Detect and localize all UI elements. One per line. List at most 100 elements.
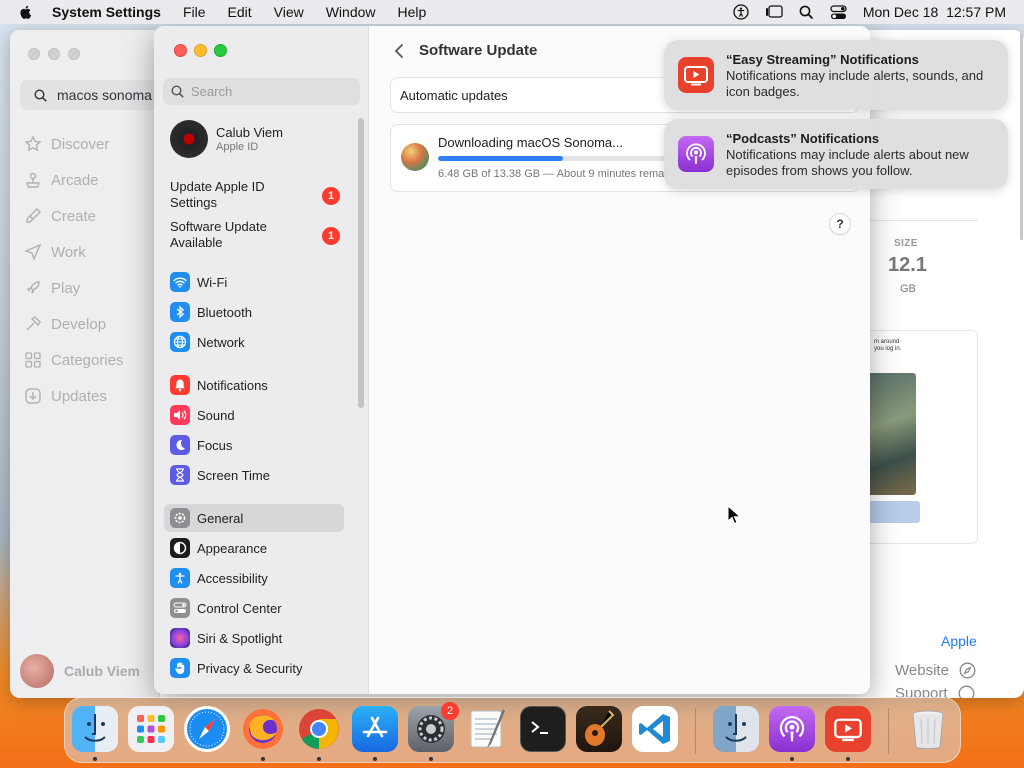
minimize-button[interactable] [194,44,207,57]
size-unit: GB [900,283,916,295]
sidebar-item-general[interactable]: General [164,504,344,532]
minimize-button-inactive[interactable] [48,48,60,60]
dock-podcasts[interactable] [769,706,815,752]
sidebar-item-label: Sound [197,407,235,423]
dock-garageband[interactable] [576,706,622,752]
sidebar-item-control-center[interactable]: Control Center [164,594,344,622]
sidebar-item-network[interactable]: Network [164,328,344,356]
sidebar-item-bluetooth[interactable]: Bluetooth [164,298,344,326]
menu-window[interactable]: Window [326,4,376,20]
sidebar-item-accessibility[interactable]: Accessibility [164,564,344,592]
close-button[interactable] [174,44,187,57]
sidebar-item-focus[interactable]: Focus [164,431,344,459]
sidebar-item-siri-spotlight[interactable]: Siri & Spotlight [164,624,344,652]
nav-updates[interactable]: Updates [24,387,107,405]
notification-easy-streaming[interactable]: “Easy Streaming” Notifications Notificat… [664,40,1008,110]
dock-chrome[interactable] [296,706,342,752]
easy-streaming-icon [834,718,862,742]
automatic-updates-label: Automatic updates [400,87,508,103]
update-apple-id-settings-row[interactable]: Update Apple ID Settings 1 [170,179,340,213]
sidebar-item-wifi[interactable]: Wi-Fi [164,268,344,296]
dock-separator [695,708,696,754]
dock-firefox[interactable] [240,706,286,752]
sidebar-item-notifications[interactable]: Notifications [164,371,344,399]
download-progress-fill [438,156,563,161]
dock-finder[interactable] [72,706,118,752]
switches-icon [170,598,190,618]
nav-create-label: Create [51,207,97,225]
accessibility-status-icon[interactable] [733,4,749,20]
help-button[interactable]: ? [829,213,851,235]
menu-edit[interactable]: Edit [228,4,252,20]
apple-id-profile[interactable]: Calub Viem Apple ID [170,120,283,158]
notification-body: Notifications may include alerts about n… [726,147,969,178]
dock-recent-finder[interactable] [713,706,759,752]
terminal-icon [531,721,548,734]
app-store-icon [362,716,388,738]
dock-launchpad[interactable] [128,706,174,752]
menu-help[interactable]: Help [398,4,427,20]
download-title: Downloading macOS Sonoma... [438,135,623,150]
app-store-search-value: macos sonoma [57,87,152,103]
avatar [170,120,208,158]
nav-work[interactable]: Work [24,243,86,261]
sidebar-scrollbar[interactable] [358,118,364,408]
dock-easy-streaming[interactable] [825,706,871,752]
app-store-user-name: Calub Viem [64,663,140,679]
sidebar-item-label: Focus [197,437,233,453]
menu-file[interactable]: File [183,4,206,20]
website-link[interactable]: Website [895,662,976,679]
podcasts-icon [678,136,714,172]
close-button-inactive[interactable] [28,48,40,60]
running-indicator [790,757,794,761]
sidebar-item-sound[interactable]: Sound [164,401,344,429]
sidebar-item-screen-time[interactable]: Screen Time [164,461,344,489]
app-store-account[interactable]: Calub Viem [20,654,140,688]
firefox-icon [243,709,283,749]
preview-image [870,373,916,495]
avatar [20,654,54,688]
nav-develop[interactable]: Develop [24,315,106,333]
menu-app-name[interactable]: System Settings [52,4,161,20]
zoom-button[interactable] [214,44,227,57]
settings-search-field[interactable]: Search [163,78,360,105]
sidebar-item-label: Wi-Fi [197,274,228,290]
sidebar-item-label: General [197,510,244,526]
dock-safari[interactable] [184,706,230,752]
dock-trash[interactable] [905,706,951,752]
developer-link[interactable]: Apple [941,633,977,649]
nav-categories[interactable]: Categories [24,351,124,369]
sidebar-item-label: Control Center [197,600,282,616]
dock-app-store[interactable] [352,706,398,752]
control-center-icon[interactable] [830,4,847,20]
back-chevron-icon[interactable] [392,42,406,60]
nav-discover[interactable]: Discover [24,135,109,153]
size-label: SIZE [894,238,918,249]
website-label: Website [895,662,949,679]
speaker-icon [170,405,190,425]
preview-caption: m around you log in. [874,339,902,352]
app-store-search-field[interactable]: macos sonoma [20,80,170,110]
nav-arcade[interactable]: Arcade [24,171,99,189]
notification-podcasts[interactable]: “Podcasts” Notifications Notifications m… [664,119,1008,189]
sidebar-item-appearance[interactable]: Appearance [164,534,344,562]
nav-categories-label: Categories [51,351,124,369]
stage-manager-icon[interactable] [765,5,783,19]
screenshot-preview-card[interactable]: m around you log in. [870,330,978,544]
nav-create[interactable]: Create [24,207,96,225]
siri-icon [170,628,190,648]
menu-view[interactable]: View [274,4,304,20]
dock-vscode[interactable] [632,706,678,752]
dock-terminal[interactable] [520,706,566,752]
software-update-available-row[interactable]: Software Update Available 1 [170,219,340,253]
dock-textedit[interactable] [464,706,510,752]
zoom-button-inactive[interactable] [68,48,80,60]
finder-icon [84,714,106,742]
nav-work-label: Work [51,243,86,261]
scrollbar[interactable] [1020,30,1023,240]
menu-bar-clock[interactable]: Mon Dec 18 12:57 PM [863,4,1006,20]
sidebar-item-privacy-security[interactable]: Privacy & Security [164,654,344,682]
nav-play[interactable]: Play [24,279,80,297]
apple-menu-icon[interactable] [18,4,34,20]
spotlight-search-icon[interactable] [799,5,814,20]
